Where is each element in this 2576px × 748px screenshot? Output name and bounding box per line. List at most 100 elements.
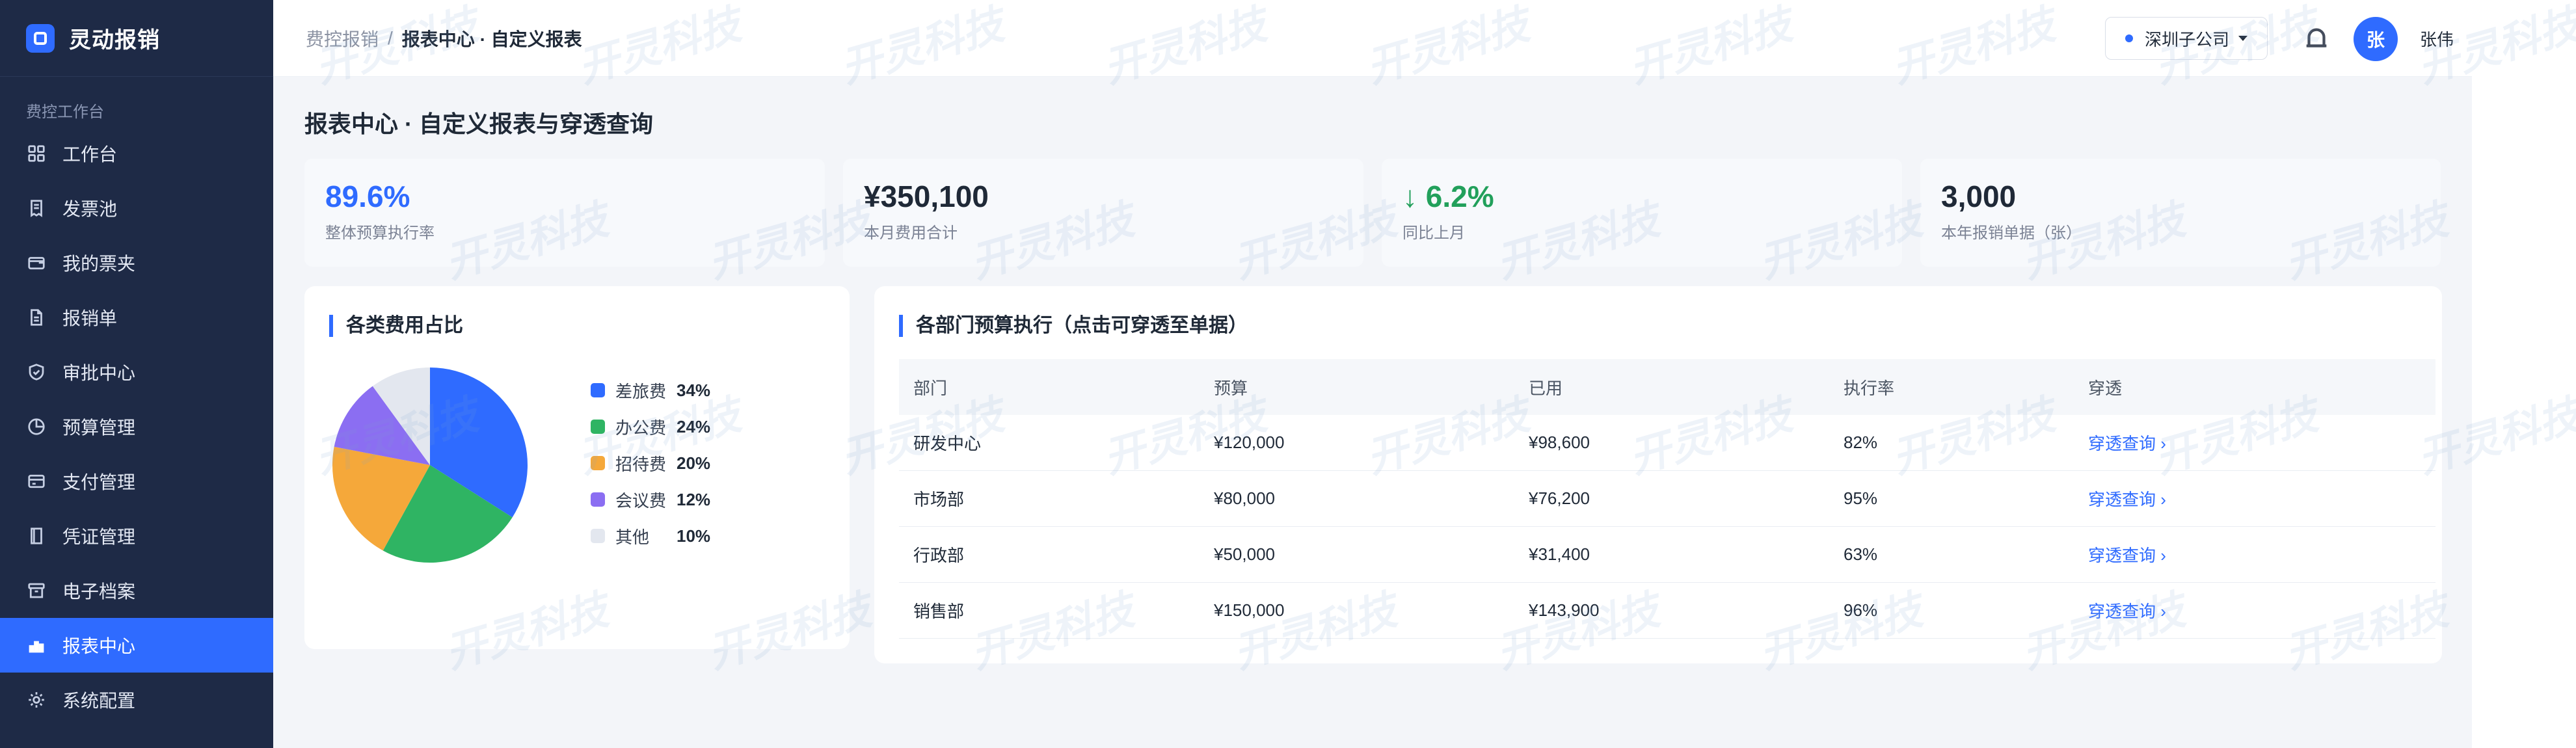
pie-clock-icon [26,416,47,437]
breadcrumb-root[interactable]: 费控报销 [306,25,379,51]
panel-title: 各部门预算执行（点击可穿透至单据） [899,315,1248,337]
rate-cell: 95% [1844,488,1878,508]
legend-swatch [591,383,605,397]
stat-value: ¥350,100 [864,180,989,213]
legend-swatch [591,529,605,543]
stat-value: ↓ 6.2% [1402,180,1494,213]
legend-item[interactable]: 会议费 12% [591,481,710,518]
company-status-dot [2125,34,2133,42]
bell-icon[interactable] [2301,23,2331,53]
dept-cell: 研发中心 [913,434,982,453]
grid-icon [26,143,47,164]
sidebar-item-label: 凭证管理 [62,527,136,547]
legend-item[interactable]: 其他 10% [591,518,710,554]
user-name[interactable]: 张伟 [2420,0,2454,77]
sidebar-item-expense-report[interactable]: 报销单 [0,290,273,345]
drill-down-link[interactable]: 穿透查询 › [2088,546,2166,565]
budget-cell: ¥50,000 [1214,544,1275,564]
legend-label: 招待费 [615,454,667,474]
table-row: 销售部 ¥150,000 ¥143,900 96% 穿透查询 › [899,583,2435,639]
top-bar: 费控报销 / 报表中心 · 自定义报表 深圳子公司 张 张伟 [273,0,2472,77]
sidebar-item-budget[interactable]: 预算管理 [0,399,273,454]
stat-label: 同比上月 [1402,224,1465,242]
chevron-down-icon [2238,36,2248,41]
book-icon [26,526,47,546]
sidebar-item-approval[interactable]: 审批中心 [0,345,273,399]
sidebar-item-label: 系统配置 [62,691,136,711]
rate-cell: 63% [1844,544,1878,564]
stat-card-monthly-total: ¥350,100 本月费用合计 [843,159,1363,267]
main-content: 报表中心 · 自定义报表与穿透查询 89.6% 整体预算执行率 ¥350,100… [273,77,2472,748]
drill-down-link[interactable]: 穿透查询 › [2088,602,2166,621]
used-cell: ¥98,600 [1529,433,1590,452]
stat-label: 本年报销单据（张） [1941,224,2082,242]
sidebar-item-label: 支付管理 [62,472,136,492]
dept-cell: 行政部 [913,546,965,565]
stat-value: 3,000 [1941,180,2017,213]
sidebar-item-payment[interactable]: 支付管理 [0,454,273,509]
budget-cell: ¥120,000 [1214,433,1285,452]
sidebar-section-title: 费控工作台 [26,103,104,121]
sidebar-item-ticket-folder[interactable]: 我的票夹 [0,235,273,290]
rate-cell: 82% [1844,433,1878,452]
wallet-icon [26,252,47,273]
dept-budget-panel: 各部门预算执行（点击可穿透至单据） 部门 预算 已用 执行率 穿透 研发中心 ¥… [874,286,2442,663]
sidebar-item-reports[interactable]: 报表中心 [0,618,273,673]
legend-item[interactable]: 差旅费 34% [591,372,710,408]
table-row: 研发中心 ¥120,000 ¥98,600 82% 穿透查询 › [899,415,2435,471]
column-header: 部门 [913,378,948,398]
column-header: 预算 [1214,378,1248,398]
legend-label: 会议费 [615,490,667,511]
stat-label: 本月费用合计 [864,224,958,242]
stat-card-annual-receipts: 3,000 本年报销单据（张） [1920,159,2441,267]
sidebar-item-label: 预算管理 [62,418,136,438]
dept-cell: 市场部 [913,490,965,509]
avatar[interactable]: 张 [2354,17,2398,61]
legend-value: 24% [677,416,711,436]
brand[interactable]: 灵动报销 [0,0,273,77]
legend-label: 其他 [615,527,650,547]
drill-down-link[interactable]: 穿透查询 › [2088,434,2166,453]
panel-title: 各类费用占比 [329,315,463,337]
legend-value: 20% [677,453,711,473]
used-cell: ¥31,400 [1529,544,1590,564]
legend-item[interactable]: 办公费 24% [591,408,710,445]
column-header: 执行率 [1844,378,1895,398]
stat-card-budget-rate: 89.6% 整体预算执行率 [304,159,825,267]
legend-value: 12% [677,489,711,509]
shield-check-icon [26,362,47,382]
sidebar-item-label: 我的票夹 [62,254,136,274]
rate-cell: 96% [1844,600,1878,620]
sidebar-item-settings[interactable]: 系统配置 [0,673,273,727]
app-name: 灵动报销 [69,28,160,53]
legend-swatch [591,492,605,507]
legend-item[interactable]: 招待费 20% [591,445,710,481]
sidebar-item-label: 工作台 [62,144,118,165]
column-header: 已用 [1529,378,1563,398]
sidebar-item-workbench[interactable]: 工作台 [0,126,273,181]
gear-icon [26,689,47,710]
drill-down-link[interactable]: 穿透查询 › [2088,490,2166,509]
sidebar-item-archive[interactable]: 电子档案 [0,563,273,618]
legend-swatch [591,420,605,434]
card-icon [26,471,47,492]
legend-swatch [591,456,605,470]
table-row: 行政部 ¥50,000 ¥31,400 63% 穿透查询 › [899,527,2435,583]
budget-cell: ¥150,000 [1214,600,1285,620]
sidebar-item-label: 发票池 [62,199,118,219]
archive-icon [26,580,47,601]
sidebar-item-label: 电子档案 [62,581,136,602]
company-select[interactable]: 深圳子公司 [2105,17,2268,60]
legend-value: 34% [677,380,711,400]
column-header: 穿透 [2088,378,2123,398]
dept-cell: 销售部 [913,602,965,621]
sidebar-nav: 工作台 发票池 我的票夹 报销单 审批中心 预算管理 支付管理 凭证管理 电子档… [0,126,273,727]
sidebar: 灵动报销 费控工作台 工作台 发票池 我的票夹 报销单 审批中心 预算管理 支付… [0,0,273,748]
table-row: 市场部 ¥80,000 ¥76,200 95% 穿透查询 › [899,471,2435,527]
used-cell: ¥76,200 [1529,488,1590,508]
sidebar-item-invoice-pool[interactable]: 发票池 [0,181,273,235]
page-title: 报表中心 · 自定义报表与穿透查询 [304,111,653,137]
pie-chart [329,364,531,566]
sidebar-item-voucher[interactable]: 凭证管理 [0,509,273,563]
sidebar-item-label: 报表中心 [62,636,136,656]
